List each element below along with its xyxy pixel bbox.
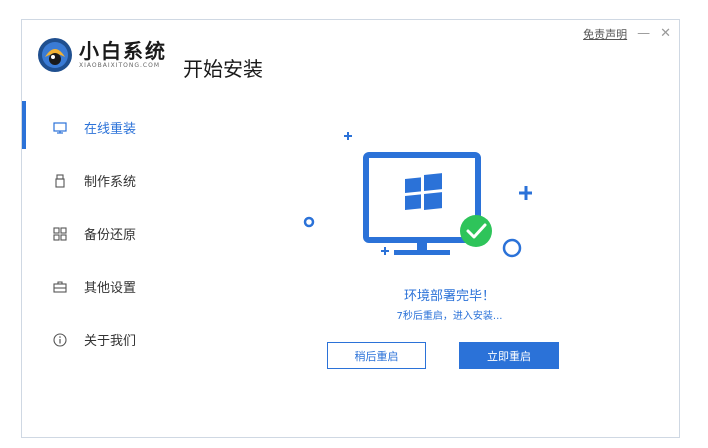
sidebar-item-other-settings[interactable]: 其他设置: [22, 260, 172, 313]
title-bar-controls: 免责声明 — ✕: [583, 26, 671, 42]
sidebar-item-backup-restore[interactable]: 备份还原: [22, 207, 172, 260]
installer-window: 免责声明 — ✕ 小白系统 XIAOBAIXITONG.COM 开始安装 在线重…: [21, 19, 680, 438]
logo-icon: [38, 38, 72, 72]
usb-icon: [53, 173, 67, 188]
info-icon: [53, 332, 67, 347]
countdown-text: 7秒后重启，进入安装...: [396, 311, 503, 322]
sidebar-item-about-us[interactable]: 关于我们: [22, 313, 172, 366]
brand-subtitle: XIAOBAIXITONG.COM: [79, 62, 160, 69]
close-button[interactable]: ✕: [660, 27, 671, 40]
status-title: 环境部署完毕！: [403, 289, 495, 304]
sidebar-item-online-reinstall[interactable]: 在线重装: [22, 101, 172, 154]
grid-icon: [53, 226, 67, 241]
brand-name: 小白系统: [79, 39, 167, 63]
sidebar-item-label: 其他设置: [84, 281, 137, 296]
plus-decoration-icon: [344, 132, 352, 140]
restart-now-button[interactable]: 立即重启: [459, 342, 559, 369]
circle-decoration-icon: [303, 216, 315, 228]
brand-logo: 小白系统 XIAOBAIXITONG.COM: [37, 37, 167, 73]
sidebar: 在线重装 制作系统 备份还原 其他设置 关于我们: [22, 101, 172, 366]
circle-decoration-icon: [502, 238, 522, 258]
monitor-icon: [53, 121, 67, 135]
monitor-illustration-icon: [363, 152, 481, 255]
restart-later-button[interactable]: 稍后重启: [327, 342, 426, 369]
minimize-button[interactable]: —: [637, 27, 650, 40]
sidebar-item-make-system[interactable]: 制作系统: [22, 154, 172, 207]
install-complete-illustration: [303, 132, 532, 258]
sidebar-item-label: 制作系统: [84, 175, 137, 190]
plus-decoration-icon: [381, 247, 389, 255]
plus-decoration-icon: [519, 186, 532, 200]
success-check-icon: [460, 215, 492, 247]
sidebar-item-label: 在线重装: [84, 122, 137, 137]
briefcase-icon: [53, 280, 67, 294]
sidebar-item-label: 备份还原: [84, 228, 137, 243]
windows-logo-icon: [405, 173, 442, 211]
disclaimer-link[interactable]: 免责声明: [583, 26, 627, 42]
sidebar-item-label: 关于我们: [84, 334, 137, 349]
page-title: 开始安装: [183, 57, 263, 81]
